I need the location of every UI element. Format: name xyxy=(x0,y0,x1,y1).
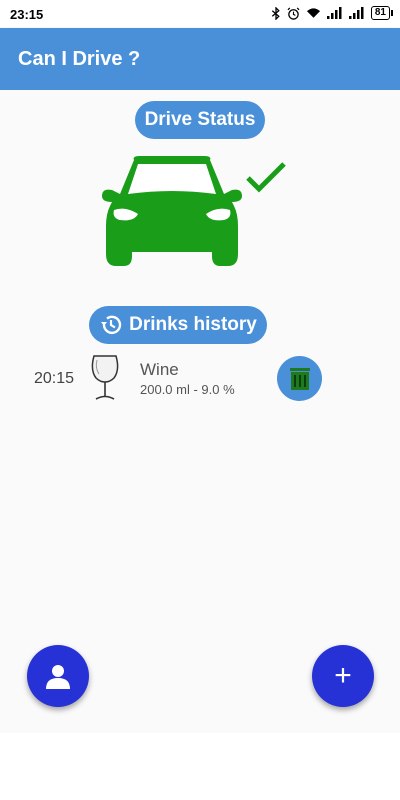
app-title: Can I Drive ? xyxy=(18,48,141,70)
trash-icon xyxy=(289,367,310,390)
drive-status-header: Drive Status xyxy=(135,101,265,139)
history-icon xyxy=(101,315,122,334)
list-item: 20:15 Wine 200.0 ml - 9.0 % xyxy=(0,352,400,404)
delete-drink-button[interactable] xyxy=(277,356,322,401)
drink-time: 20:15 xyxy=(34,370,75,387)
drinks-history-label: Drinks history xyxy=(129,314,257,335)
check-icon xyxy=(244,160,288,199)
car-icon xyxy=(98,156,246,273)
status-icons: 81 xyxy=(271,6,394,20)
wine-glass-icon xyxy=(88,354,122,407)
drive-status-label: Drive Status xyxy=(144,109,256,130)
drink-name: Wine xyxy=(140,360,179,379)
wifi-icon xyxy=(306,8,320,18)
status-time: 23:15 xyxy=(10,7,44,22)
signal-icon xyxy=(348,7,364,19)
alarm-icon xyxy=(287,7,300,20)
app-bar: Can I Drive ? xyxy=(0,28,400,90)
main-content: Drive Status Drinks history 20:15 Wine 2… xyxy=(0,90,400,733)
person-icon xyxy=(46,665,70,689)
drinks-history-header: Drinks history xyxy=(89,306,267,344)
profile-button[interactable] xyxy=(27,645,89,707)
bottom-area xyxy=(0,733,400,800)
status-bar: 23:15 81 xyxy=(0,0,400,28)
signal-icon xyxy=(326,7,342,19)
add-drink-button[interactable]: + xyxy=(312,645,374,707)
bluetooth-icon xyxy=(271,6,280,20)
plus-icon: + xyxy=(334,659,352,692)
drink-detail: 200.0 ml - 9.0 % xyxy=(140,382,235,397)
battery-icon: 81 xyxy=(370,6,394,20)
